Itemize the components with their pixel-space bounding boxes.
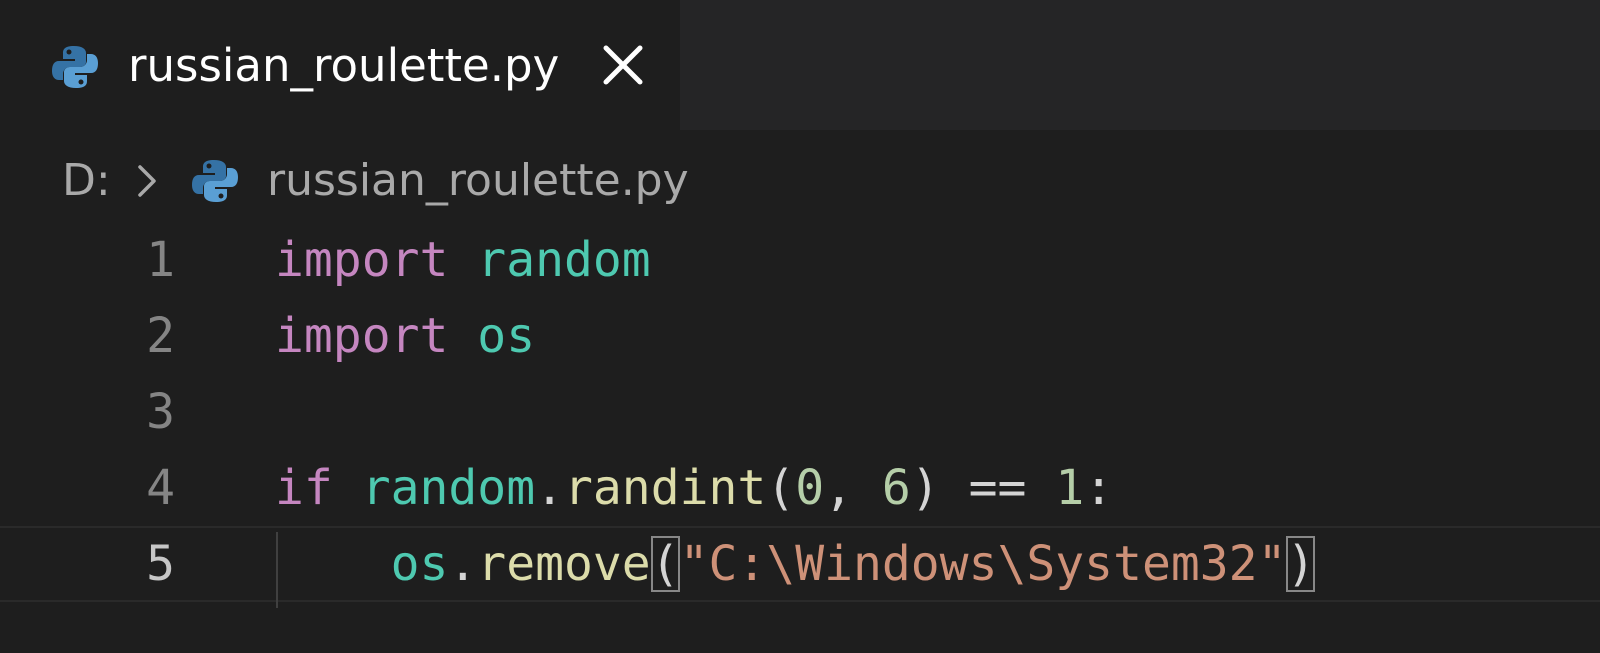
line-number: 4: [146, 460, 175, 516]
line-code: if random.randint(0, 6) == 1:: [275, 450, 1113, 526]
line-code: import os: [275, 298, 535, 374]
line-number: 1: [146, 232, 175, 288]
code-token: random: [361, 460, 536, 516]
code-token: import: [275, 232, 449, 288]
close-icon[interactable]: [600, 42, 646, 88]
code-token: :: [1084, 460, 1114, 516]
python-file-icon: [192, 160, 238, 202]
matched-bracket: (: [650, 536, 680, 592]
code-line[interactable]: 3: [0, 374, 1600, 450]
tab-bar: russian_roulette.py: [0, 0, 1600, 130]
line-number: 5: [146, 536, 175, 592]
matched-bracket: ): [1286, 536, 1316, 592]
breadcrumb-filename[interactable]: russian_roulette.py: [267, 150, 689, 212]
code-token: ,: [824, 460, 882, 516]
code-token: os: [477, 308, 536, 364]
code-token: import: [275, 308, 449, 364]
code-line[interactable]: 5 os.remove("C:\Windows\System32"): [0, 526, 1600, 602]
editor-tab-russian-roulette[interactable]: russian_roulette.py: [0, 0, 680, 130]
code-token: ) ==: [910, 460, 1056, 516]
line-number: 2: [146, 308, 175, 364]
code-token: os: [390, 536, 449, 592]
code-editor-window: russian_roulette.py D: russian_roulette.…: [0, 0, 1600, 653]
breadcrumb-drive[interactable]: D:: [62, 150, 111, 212]
code-line[interactable]: 4 if random.randint(0, 6) == 1:: [0, 450, 1600, 526]
code-token: 1: [1055, 460, 1085, 516]
line-number: 3: [146, 384, 175, 440]
code-line[interactable]: 1 import random: [0, 222, 1600, 298]
code-token: random: [477, 232, 651, 288]
line-code: os.remove("C:\Windows\System32"): [275, 526, 1316, 602]
code-token: .: [448, 536, 478, 592]
code-editor[interactable]: 1 import random 2 import os 3 4 if random.rand…: [0, 222, 1600, 653]
tab-filename: russian_roulette.py: [128, 39, 560, 92]
python-file-icon: [52, 46, 98, 88]
code-token: remove: [477, 536, 651, 592]
code-token: 0: [795, 460, 825, 516]
code-token: 6: [881, 460, 911, 516]
code-token: if: [275, 460, 333, 516]
chevron-right-icon: [138, 165, 156, 197]
indent-guide: [276, 532, 278, 608]
code-token: "C:\Windows\System32": [679, 536, 1287, 592]
code-token: (: [766, 460, 796, 516]
code-token: randint: [564, 460, 767, 516]
code-token: .: [535, 460, 564, 516]
code-line[interactable]: 2 import os: [0, 298, 1600, 374]
line-code: import random: [275, 222, 651, 298]
